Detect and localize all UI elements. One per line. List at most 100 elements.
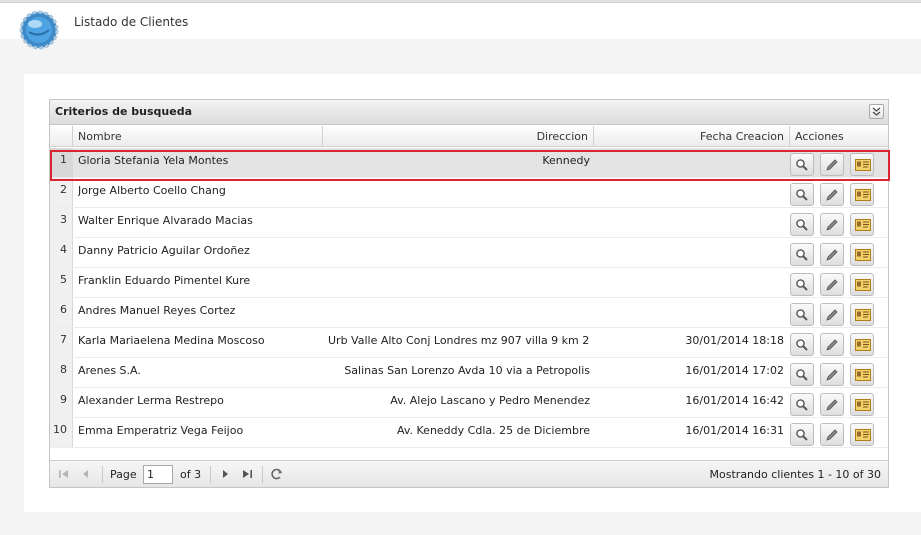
- row-number: 5: [50, 268, 73, 297]
- view-button[interactable]: [790, 393, 814, 416]
- row-actions: [790, 363, 888, 387]
- view-button[interactable]: [790, 423, 814, 446]
- row-number: 8: [50, 358, 73, 387]
- double-chevron-down-icon: [872, 107, 881, 116]
- view-button[interactable]: [790, 183, 814, 206]
- table-row[interactable]: 5 Franklin Eduardo Pimentel Kure: [50, 268, 888, 298]
- cell-nombre: Danny Patricio Aguilar Ordoñez: [78, 244, 250, 257]
- view-button[interactable]: [790, 363, 814, 386]
- edit-button[interactable]: [820, 213, 844, 236]
- contact-card-button[interactable]: [850, 213, 874, 236]
- cell-fecha: 16/01/2014 16:31: [685, 424, 784, 437]
- grid-header: Nombre Direccion Fecha Creacion Acciones: [50, 126, 888, 147]
- cell-direccion: Av. Alejo Lascano y Pedro Menendez: [390, 394, 590, 407]
- collapse-button[interactable]: [869, 104, 884, 119]
- view-button[interactable]: [790, 303, 814, 326]
- toolbar-separator: [262, 466, 263, 483]
- table-row[interactable]: 9 Alexander Lerma Restrepo Av. Alejo Lasca…: [50, 388, 888, 418]
- cell-nombre: Walter Enrique Alvarado Macias: [78, 214, 253, 227]
- panel-title: Criterios de busqueda: [55, 105, 192, 118]
- prev-page-icon[interactable]: [79, 467, 93, 481]
- pager-status: Mostrando clientes 1 - 10 of 30: [709, 468, 881, 481]
- column-header-fecha[interactable]: Fecha Creacion: [594, 126, 790, 146]
- page-label: Page: [110, 468, 137, 481]
- contact-card-button[interactable]: [850, 273, 874, 296]
- cell-fecha: 16/01/2014 16:42: [685, 394, 784, 407]
- contact-card-button[interactable]: [850, 153, 874, 176]
- edit-button[interactable]: [820, 273, 844, 296]
- contact-card-button[interactable]: [850, 333, 874, 356]
- edit-button[interactable]: [820, 333, 844, 356]
- page-count-label: of 3: [180, 468, 202, 481]
- edit-button[interactable]: [820, 363, 844, 386]
- table-row[interactable]: 7 Karla Mariaelena Medina Moscoso Urb Vall…: [50, 328, 888, 358]
- row-actions: [790, 213, 888, 237]
- cell-direccion: Kennedy: [542, 154, 590, 167]
- next-page-icon[interactable]: [218, 467, 232, 481]
- cell-nombre: Emma Emperatriz Vega Feijoo: [78, 424, 244, 437]
- view-button[interactable]: [790, 273, 814, 296]
- panel-header: Criterios de busqueda: [50, 100, 888, 125]
- cell-nombre: Karla Mariaelena Medina Moscoso: [78, 334, 265, 347]
- column-header-acciones: Acciones: [795, 130, 844, 143]
- row-number: 6: [50, 298, 73, 327]
- edit-button[interactable]: [820, 183, 844, 206]
- column-header-direccion[interactable]: Direccion: [323, 126, 594, 146]
- view-button[interactable]: [790, 243, 814, 266]
- row-actions: [790, 243, 888, 267]
- contact-card-button[interactable]: [850, 243, 874, 266]
- cell-nombre: Andres Manuel Reyes Cortez: [78, 304, 236, 317]
- cell-nombre: Jorge Alberto Coello Chang: [78, 184, 226, 197]
- row-actions: [790, 393, 888, 417]
- table-row[interactable]: 10 Emma Emperatriz Vega Feijoo Av. Keneddy…: [50, 418, 888, 448]
- view-button[interactable]: [790, 213, 814, 236]
- table-row[interactable]: 8 Arenes S.A. Salinas San Lorenzo Avda 10 …: [50, 358, 888, 388]
- table-row[interactable]: 6 Andres Manuel Reyes Cortez: [50, 298, 888, 328]
- edit-button[interactable]: [820, 153, 844, 176]
- table-row[interactable]: 2 Jorge Alberto Coello Chang: [50, 178, 888, 208]
- refresh-icon[interactable]: [270, 467, 284, 481]
- table-row[interactable]: 3 Walter Enrique Alvarado Macias: [50, 208, 888, 238]
- row-actions: [790, 183, 888, 207]
- search-criteria-panel: Criterios de busqueda Nombre Direccion F…: [49, 99, 889, 488]
- edit-button[interactable]: [820, 393, 844, 416]
- row-actions: [790, 273, 888, 297]
- row-number: 1: [50, 148, 73, 177]
- page-header: Listado de Clientes: [0, 3, 921, 39]
- cell-nombre: Franklin Eduardo Pimentel Kure: [78, 274, 251, 287]
- column-header-nombre[interactable]: Nombre: [73, 126, 323, 146]
- edit-button[interactable]: [820, 303, 844, 326]
- cell-direccion: Av. Keneddy Cdla. 25 de Diciembre: [396, 424, 590, 437]
- row-number: 3: [50, 208, 73, 237]
- last-page-icon[interactable]: [240, 467, 254, 481]
- row-actions: [790, 333, 888, 357]
- toolbar-separator: [210, 466, 211, 483]
- toolbar-separator: [102, 466, 103, 483]
- first-page-icon[interactable]: [57, 467, 71, 481]
- pagination-toolbar: Page of 3 Mostrando clientes 1 - 10 of 3…: [50, 460, 888, 487]
- contact-card-button[interactable]: [850, 183, 874, 206]
- cell-direccion: Urb Valle Alto Conj Londres mz 907 villa…: [328, 334, 590, 347]
- contact-card-button[interactable]: [850, 303, 874, 326]
- view-button[interactable]: [790, 333, 814, 356]
- page-number-input[interactable]: [143, 465, 173, 484]
- contact-card-button[interactable]: [850, 393, 874, 416]
- cell-direccion: Salinas San Lorenzo Avda 10 via a Petrop…: [344, 364, 590, 377]
- row-actions: [790, 303, 888, 327]
- row-number: 4: [50, 238, 73, 267]
- contact-card-button[interactable]: [850, 423, 874, 446]
- row-number: 9: [50, 388, 73, 417]
- column-header-number: [50, 126, 73, 146]
- cell-nombre: Gloria Stefania Yela Montes: [78, 154, 229, 167]
- page-title: Listado de Clientes: [74, 15, 189, 29]
- table-row[interactable]: 1 Gloria Stefania Yela Montes Kennedy: [50, 148, 888, 178]
- row-number: 7: [50, 328, 73, 357]
- contact-card-button[interactable]: [850, 363, 874, 386]
- table-row[interactable]: 4 Danny Patricio Aguilar Ordoñez: [50, 238, 888, 268]
- row-actions: [790, 153, 888, 177]
- cell-fecha: 30/01/2014 18:18: [685, 334, 784, 347]
- edit-button[interactable]: [820, 243, 844, 266]
- view-button[interactable]: [790, 153, 814, 176]
- edit-button[interactable]: [820, 423, 844, 446]
- cell-nombre: Arenes S.A.: [78, 364, 141, 377]
